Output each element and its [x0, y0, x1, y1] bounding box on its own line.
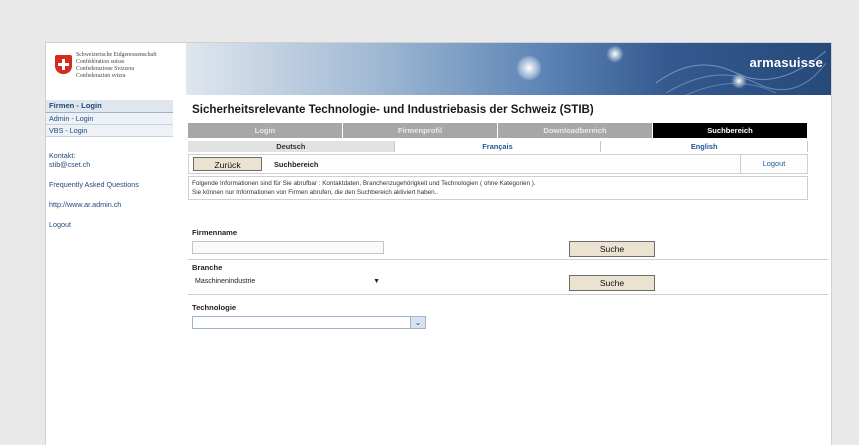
branche-select[interactable]: Maschinenindustrie ▼	[192, 276, 384, 289]
sidebar-item-admin-login[interactable]: Admin - Login	[46, 113, 173, 125]
sidebar-item-firmen-login[interactable]: Firmen - Login	[46, 100, 173, 113]
confederation-line: Confédération suisse	[76, 59, 125, 65]
main-tabs: Login Firmenprofil Downloadbereich Suchb…	[188, 123, 808, 138]
technologie-label: Technologie	[192, 303, 237, 312]
firmenname-label: Firmenname	[192, 228, 238, 237]
confederation-line: Schweizerische Eidgenossenschaft	[76, 52, 157, 58]
language-english[interactable]: English	[601, 141, 809, 152]
info-line: Folgende Informationen sind für Sie abru…	[192, 180, 536, 187]
divider	[188, 294, 828, 295]
technologie-select[interactable]: ⌄	[192, 316, 426, 329]
tab-downloadbereich[interactable]: Downloadbereich	[498, 123, 653, 138]
branche-search-button[interactable]: Suche	[569, 275, 655, 291]
sidebar-item-vbs-login[interactable]: VBS - Login	[46, 125, 173, 137]
chevron-down-icon: ⌄	[410, 317, 425, 328]
banner-image: armasuisse	[186, 43, 831, 95]
logout-button[interactable]: Logout	[740, 155, 807, 173]
sidebar-logout-link[interactable]: Logout	[46, 220, 173, 229]
confederation-line: Confederazione Svizzera	[76, 66, 135, 72]
info-box: Folgende Informationen sind für Sie abru…	[188, 176, 808, 200]
page-title: Sicherheitsrelevante Technologie- und In…	[192, 103, 594, 116]
sidebar: Firmen - Login Admin - Login VBS - Login…	[46, 100, 173, 445]
divider	[188, 259, 828, 260]
toolbar: Zurück Suchbereich Logout	[188, 154, 808, 174]
tab-login[interactable]: Login	[188, 123, 343, 138]
faq-link[interactable]: Frequently Asked Questions	[46, 180, 173, 189]
branche-selected-value: Maschinenindustrie	[195, 278, 256, 285]
tab-suchbereich[interactable]: Suchbereich	[653, 123, 808, 138]
firmenname-input[interactable]	[192, 241, 384, 254]
brand-logo: armasuisse	[749, 55, 823, 70]
website-link[interactable]: http://www.ar.admin.ch	[46, 200, 173, 209]
page-frame: Schweizerische Eidgenossenschaft Confédé…	[45, 42, 832, 445]
header-banner: Schweizerische Eidgenossenschaft Confédé…	[46, 43, 831, 95]
language-francais[interactable]: Français	[395, 141, 602, 152]
swiss-flag-icon	[55, 55, 72, 74]
branche-label: Branche	[192, 263, 223, 272]
dropdown-arrow-icon: ▼	[373, 278, 380, 285]
language-deutsch[interactable]: Deutsch	[188, 141, 395, 152]
firmenname-search-button[interactable]: Suche	[569, 241, 655, 257]
confederation-text: Schweizerische Eidgenossenschaft Confédé…	[76, 52, 157, 80]
info-line: Sie können nur Informationen von Firmen …	[192, 189, 439, 196]
contact-label: Kontakt:	[49, 151, 76, 160]
breadcrumb: Suchbereich	[274, 160, 319, 169]
back-button[interactable]: Zurück	[193, 157, 262, 171]
contact-email-link[interactable]: stib@cset.ch	[46, 160, 173, 169]
main-content: Sicherheitsrelevante Technologie- und In…	[188, 101, 828, 445]
language-selector: Deutsch Français English	[188, 141, 809, 152]
tab-firmenprofil[interactable]: Firmenprofil	[343, 123, 498, 138]
confederation-line: Confederaziun svizra	[76, 73, 126, 79]
